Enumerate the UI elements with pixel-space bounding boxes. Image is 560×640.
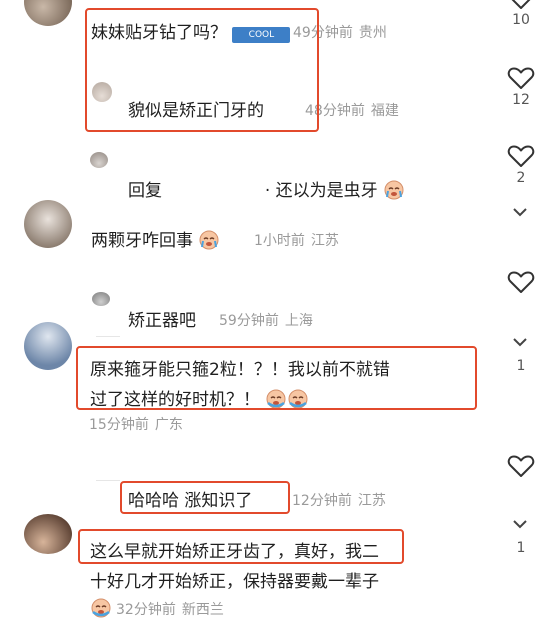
avatar[interactable] bbox=[24, 322, 72, 370]
chevron-down-icon[interactable] bbox=[512, 518, 528, 530]
like-count: 10 bbox=[512, 12, 530, 28]
comment-meta: 1小时前 江苏 bbox=[254, 233, 339, 249]
avatar[interactable] bbox=[90, 152, 108, 168]
like-count: 1 bbox=[516, 358, 526, 374]
highlight-box bbox=[76, 346, 477, 410]
like-count: 1 bbox=[516, 540, 526, 556]
highlight-box bbox=[85, 8, 319, 132]
heart-outline-icon bbox=[507, 455, 535, 477]
heart-outline-icon bbox=[507, 67, 535, 89]
comment-meta: 32分钟前 新西兰 bbox=[90, 598, 224, 619]
crying-face-emoji bbox=[199, 230, 219, 250]
avatar[interactable] bbox=[24, 514, 72, 554]
comment-text: 两颗牙咋回事 bbox=[91, 226, 220, 251]
like-count-wrap: 1 bbox=[501, 356, 541, 374]
reply-text: 回复 · 还以为是虫牙 bbox=[128, 176, 405, 201]
divider bbox=[96, 480, 120, 481]
comment-meta: 15分钟前 广东 bbox=[89, 417, 183, 433]
comment-meta: 12分钟前 江苏 bbox=[292, 493, 386, 509]
chevron-down-icon[interactable] bbox=[512, 206, 528, 218]
reply-text: 矫正器吧 bbox=[128, 311, 196, 331]
like-button[interactable]: 10 bbox=[501, 0, 541, 28]
heart-outline-icon bbox=[507, 271, 535, 293]
highlight-box bbox=[120, 481, 290, 514]
chevron-down-icon[interactable] bbox=[512, 336, 528, 348]
like-button[interactable]: 2 bbox=[501, 144, 541, 186]
comment-meta: 48分钟前 福建 bbox=[305, 103, 399, 119]
comment-text: 十好几才开始矫正，保持器要戴一辈子 bbox=[90, 572, 379, 592]
like-count: 12 bbox=[512, 92, 530, 108]
like-button[interactable] bbox=[501, 270, 541, 294]
avatar[interactable] bbox=[24, 0, 72, 26]
heart-outline-icon bbox=[507, 145, 535, 167]
highlight-box bbox=[78, 529, 404, 564]
divider bbox=[96, 336, 120, 337]
crying-face-emoji bbox=[91, 598, 111, 618]
heart-outline-icon bbox=[511, 0, 531, 9]
like-button[interactable]: 12 bbox=[501, 66, 541, 108]
like-button[interactable] bbox=[501, 454, 541, 478]
like-count: 2 bbox=[516, 170, 526, 186]
avatar[interactable] bbox=[24, 200, 72, 248]
crying-face-emoji bbox=[384, 180, 404, 200]
avatar[interactable] bbox=[92, 292, 110, 306]
comment-meta: 59分钟前 上海 bbox=[219, 313, 313, 329]
like-count-wrap: 1 bbox=[501, 538, 541, 556]
